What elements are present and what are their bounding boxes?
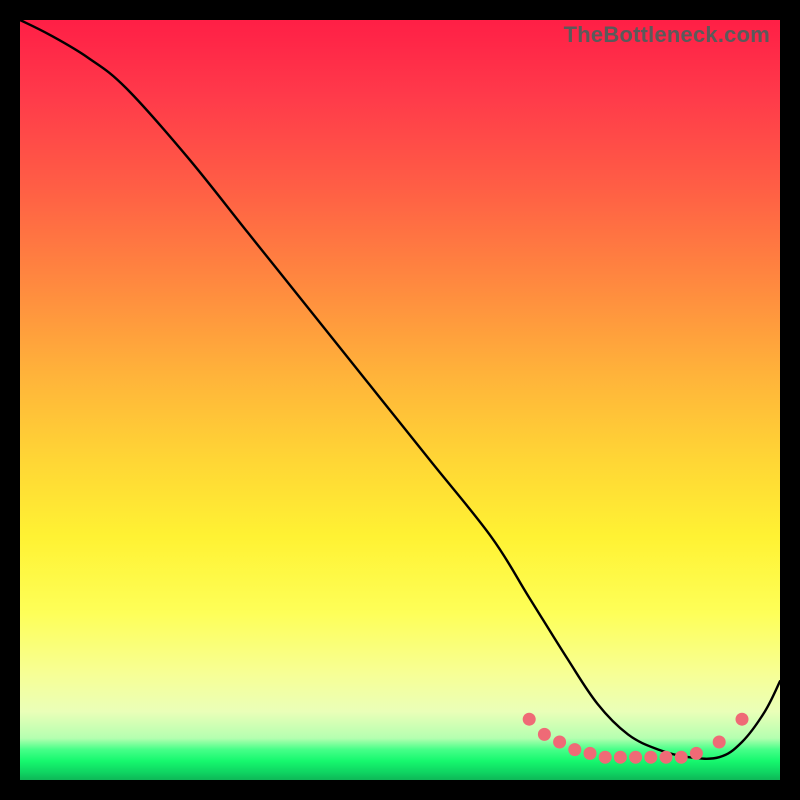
marker-dot [584,747,597,760]
marker-dot [568,743,581,756]
marker-dot [736,713,749,726]
marker-dot [629,751,642,764]
bottleneck-curve [20,20,780,759]
plot-area: TheBottleneck.com [20,20,780,780]
marker-dot [675,751,688,764]
marker-dot [644,751,657,764]
curve-layer [20,20,780,780]
chart-frame: TheBottleneck.com [0,0,800,800]
marker-dot [599,751,612,764]
marker-dot [690,747,703,760]
marker-dot [713,736,726,749]
marker-dot [614,751,627,764]
marker-dot [523,713,536,726]
marker-dot [553,736,566,749]
marker-dot [538,728,551,741]
marker-dot [660,751,673,764]
